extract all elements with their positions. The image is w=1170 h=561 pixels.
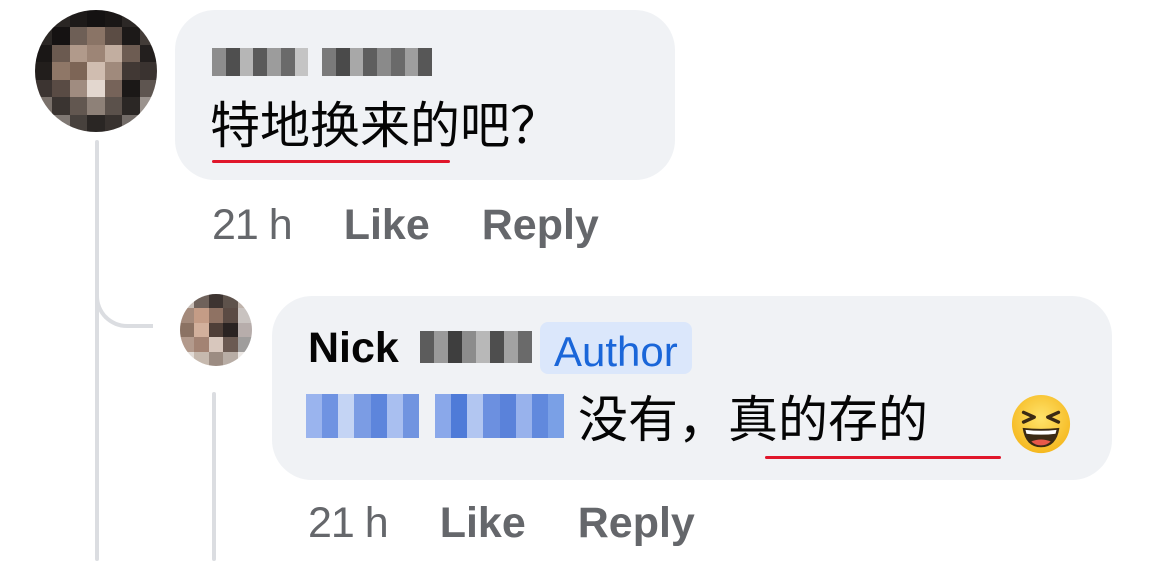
like-button[interactable]: Like xyxy=(440,498,526,548)
avatar[interactable] xyxy=(180,294,252,366)
grinning-squinting-face-icon xyxy=(1011,394,1071,454)
reply-actions: 21 h Like Reply xyxy=(308,498,747,548)
author-last-name-redacted[interactable] xyxy=(420,331,532,363)
author-name[interactable]: Nick xyxy=(308,322,399,374)
reply-timestamp[interactable]: 21 h xyxy=(308,498,389,548)
thread-connector-line xyxy=(95,140,99,561)
spellcheck-underline xyxy=(765,456,1001,459)
comment-timestamp[interactable]: 21 h xyxy=(212,200,293,250)
author-badge: Author xyxy=(540,322,692,375)
avatar[interactable] xyxy=(35,10,157,132)
comment-text: 特地换来的吧？ xyxy=(210,98,560,154)
reply-button[interactable]: Reply xyxy=(578,498,695,548)
reply-button[interactable]: Reply xyxy=(482,200,599,250)
commenter-name-redacted[interactable] xyxy=(212,48,432,76)
comment-actions: 21 h Like Reply xyxy=(212,200,651,250)
spellcheck-underline xyxy=(212,160,450,163)
reply-thread-line xyxy=(212,392,216,561)
reply-connector-curve xyxy=(95,246,153,328)
mention-redacted[interactable] xyxy=(306,394,564,438)
like-button[interactable]: Like xyxy=(344,200,430,250)
reply-text: 没有，真的存的 xyxy=(578,392,928,448)
